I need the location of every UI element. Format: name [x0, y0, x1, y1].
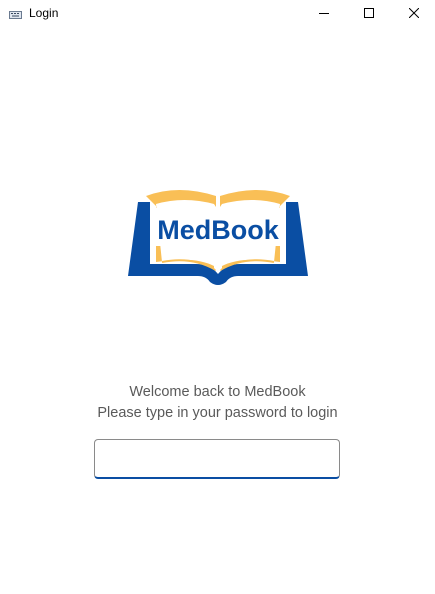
- medbook-logo: MedBook: [126, 186, 310, 286]
- maximize-icon: [363, 8, 374, 18]
- welcome-message: Welcome back to MedBook Please type in y…: [0, 382, 435, 424]
- minimize-icon: [318, 13, 329, 14]
- title-bar[interactable]: Login: [0, 0, 435, 26]
- maximize-button[interactable]: [346, 0, 391, 26]
- minimize-button[interactable]: [301, 0, 346, 26]
- password-input[interactable]: [94, 439, 340, 479]
- login-window: Login MedBook Welcome back to MedBook Pl…: [0, 0, 435, 594]
- logo-text: MedBook: [157, 215, 279, 245]
- close-button[interactable]: [391, 0, 435, 26]
- window-title: Login: [29, 6, 59, 20]
- welcome-line-1: Welcome back to MedBook: [129, 384, 306, 400]
- close-icon: [408, 8, 419, 18]
- keyboard-icon: [9, 7, 22, 19]
- welcome-line-2: Please type in your password to login: [97, 405, 338, 421]
